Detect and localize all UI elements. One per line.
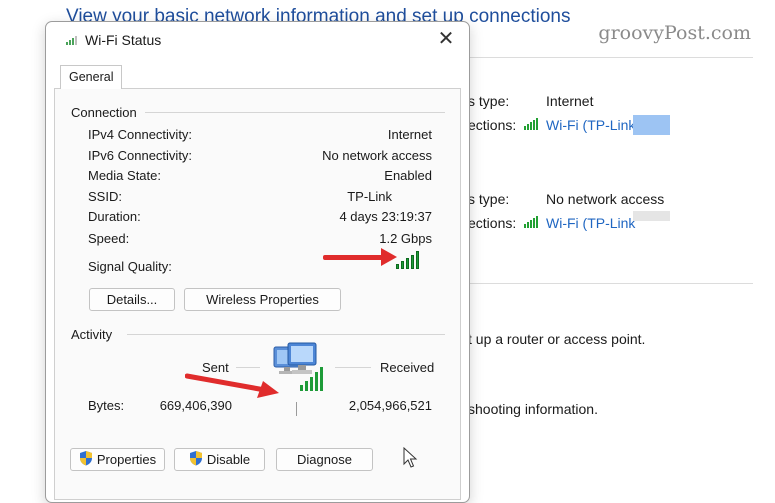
- ipv6-value: No network access: [322, 148, 432, 163]
- ssid-value: TP-Link: [347, 189, 392, 204]
- access-type-label: s type:: [468, 191, 510, 207]
- disable-button-label: Disable: [206, 452, 251, 467]
- speed-label: Speed:: [88, 231, 130, 246]
- ssid-label: SSID:: [88, 189, 122, 204]
- mouse-cursor-icon: [403, 446, 419, 469]
- shield-icon: [79, 450, 93, 469]
- access-type-value: Internet: [546, 93, 594, 109]
- wifi-connection-link[interactable]: Wi-Fi (TP-Link: [546, 117, 635, 133]
- close-icon[interactable]: ✕: [435, 28, 457, 50]
- troubleshoot-text[interactable]: shooting information.: [468, 401, 598, 417]
- bytes-received-value: 2,054,966,521: [348, 398, 432, 413]
- signal-quality-label: Signal Quality:: [88, 259, 172, 274]
- bytes-sent-value: 669,406,390: [159, 398, 232, 413]
- duration-label: Duration:: [88, 209, 141, 224]
- divider: [468, 283, 753, 284]
- setup-link-text[interactable]: t up a router or access point.: [468, 331, 645, 347]
- wifi-signal-icon: [524, 213, 544, 231]
- ipv4-label: IPv4 Connectivity:: [88, 127, 193, 142]
- redaction-block: [633, 115, 670, 135]
- divider: [468, 57, 753, 58]
- received-label: Received: [380, 360, 435, 375]
- wifi-signal-icon: [66, 35, 77, 45]
- speed-value: 1.2 Gbps: [379, 231, 432, 246]
- media-state-value: Enabled: [384, 168, 432, 183]
- properties-button-label: Properties: [96, 452, 157, 467]
- sent-line: [236, 367, 260, 368]
- access-type-value: No network access: [546, 191, 665, 207]
- dialog-title: Wi-Fi Status: [85, 32, 162, 48]
- disable-button[interactable]: Disable: [174, 448, 265, 471]
- media-state-label: Media State:: [88, 168, 161, 183]
- connection-section-label: Connection: [71, 105, 143, 120]
- dialog-title-bar: Wi-Fi Status: [66, 32, 161, 48]
- bytes-label: Bytes:: [88, 398, 125, 413]
- activity-section-label: Activity: [71, 327, 119, 342]
- ipv4-value: Internet: [387, 127, 432, 142]
- annotation-arrow: [323, 247, 399, 267]
- tab-general[interactable]: General: [60, 65, 123, 89]
- section-divider: [145, 112, 445, 113]
- shield-icon: [189, 450, 203, 469]
- annotation-arrow: [184, 372, 283, 400]
- section-divider: [127, 334, 445, 335]
- diagnose-button[interactable]: Diagnose: [276, 448, 373, 471]
- properties-button[interactable]: Properties: [70, 448, 165, 471]
- general-panel: Connection IPv4 Connectivity: Internet I…: [54, 88, 461, 500]
- redaction-block: [633, 211, 670, 221]
- signal-quality-icon: [396, 249, 419, 269]
- wifi-signal-icon: [524, 115, 544, 133]
- wifi-connection-link[interactable]: Wi-Fi (TP-Link: [546, 215, 635, 231]
- wireless-properties-button[interactable]: Wireless Properties: [184, 288, 341, 311]
- watermark: groovyPost.com: [598, 22, 751, 44]
- bytes-divider: [296, 402, 297, 416]
- duration-value: 4 days 23:19:37: [339, 209, 432, 224]
- received-line: [335, 367, 371, 368]
- connections-label: ections:: [468, 215, 517, 231]
- connections-label: ections:: [468, 117, 517, 133]
- details-button[interactable]: Details...: [89, 288, 175, 311]
- wifi-status-dialog: Wi-Fi Status ✕ General Connection IPv4 C…: [45, 21, 470, 503]
- access-type-label: s type:: [468, 93, 510, 109]
- ipv6-label: IPv6 Connectivity:: [88, 148, 193, 163]
